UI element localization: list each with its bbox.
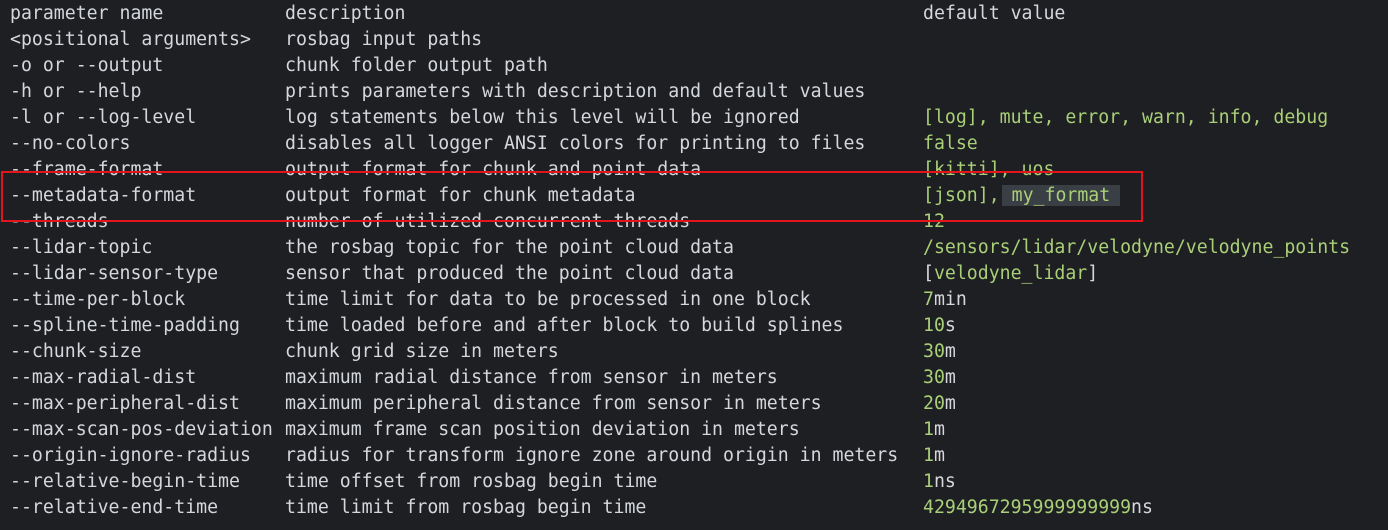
default-highlight: 20 [923,393,945,414]
default-highlight: 4294967295999999999 [923,497,1132,518]
parameter-name: --origin-ignore-radius [10,445,251,466]
header-parameter-name: parameter name [10,3,164,24]
parameter-default-value: 1m [923,443,945,469]
parameter-description: rosbag input paths [285,29,483,50]
default-highlight: 7 [923,289,934,310]
parameter-default-value: false [923,131,978,157]
parameter-description: time loaded before and after block to bu… [285,315,844,336]
parameter-name: --lidar-topic [10,237,153,258]
terminal-output: parameter name description default value… [0,0,1388,530]
header-description: description [285,3,406,24]
default-highlight: 12 [923,211,945,232]
default-highlight: [log], mute, error, warn, info, debug [923,107,1329,128]
parameter-description: the rosbag topic for the point cloud dat… [285,237,734,258]
parameter-description: chunk folder output path [285,55,548,76]
parameter-name: --no-colors [10,133,131,154]
parameter-description: chunk grid size in meters [285,341,559,362]
parameter-description: output format for chunk metadata [285,185,636,206]
parameter-description: number of utilized concurrent threads [285,211,691,232]
parameter-default-value: 20m [923,391,956,417]
parameter-default-value: 30m [923,339,956,365]
default-unit: m [944,393,956,414]
parameter-name: --frame-format [10,159,164,180]
default-highlight: 1 [923,419,934,440]
parameter-name: --time-per-block [10,289,186,310]
parameter-default-value: 12 [923,209,945,235]
default-highlight: velodyne_lidar [933,263,1088,284]
parameter-name: -l or --log-level [10,107,197,128]
parameter-name: -h or --help [10,81,142,102]
parameter-description: prints parameters with description and d… [285,81,866,102]
parameter-name: --chunk-size [10,341,142,362]
default-unit: ns [1131,497,1153,518]
header-row: parameter name description default value [0,1,1065,27]
parameter-name: --relative-end-time [10,497,219,518]
parameter-description: maximum radial distance from sensor in m… [285,367,778,388]
parameter-name: --max-peripheral-dist [10,393,240,414]
default-unit: ns [933,471,956,492]
default-unit: m [933,419,945,440]
parameter-default-value: 10s [923,313,956,339]
parameter-description: maximum frame scan position deviation in… [285,419,800,440]
default-unit: ] [1087,263,1099,284]
parameter-name: <positional arguments> [10,29,251,50]
parameter-name: --max-radial-dist [10,367,197,388]
parameter-default-value: 1m [923,417,945,443]
selected-text-chip[interactable]: my_format [1001,185,1121,206]
parameter-default-value: [velodyne_lidar] [923,261,1098,287]
parameter-description: log statements below this level will be … [285,107,800,128]
default-unit: s [944,315,956,336]
parameter-default-value: [kitti], uos [923,157,1054,183]
parameter-description: time limit from rosbag begin time [285,497,647,518]
default-unit: m [944,341,956,362]
parameter-name: --lidar-sensor-type [10,263,219,284]
parameter-default-value: /sensors/lidar/velodyne/velodyne_points [923,235,1350,261]
default-highlight: 30 [923,341,945,362]
parameter-name: -o or --output [10,55,164,76]
parameter-default-value: 1ns [923,469,956,495]
parameter-name: --relative-begin-time [10,471,240,492]
parameter-default-value: [log], mute, error, warn, info, debug [923,105,1328,131]
parameter-name: --max-scan-pos-deviation [10,419,273,440]
parameter-description: time offset from rosbag begin time [285,471,658,492]
default-highlight: 1 [923,445,934,466]
default-highlight: 10 [923,315,945,336]
default-highlight: [kitti], uos [923,159,1055,180]
default-highlight: 1 [923,471,934,492]
default-unit: m [933,445,945,466]
parameter-description: output format for chunk and point data [285,159,702,180]
parameter-description: radius for transform ignore zone around … [285,445,899,466]
parameter-description: maximum peripheral distance from sensor … [285,393,822,414]
default-unit: m [944,367,956,388]
parameter-description: time limit for data to be processed in o… [285,289,811,310]
parameter-default-value: [json], my_format [923,183,1121,209]
default-highlight: 30 [923,367,945,388]
default-highlight: /sensors/lidar/velodyne/velodyne_points [923,237,1351,258]
header-default-value: default value [923,3,1066,24]
parameter-name: --threads [10,211,109,232]
parameter-description: disables all logger ANSI colors for prin… [285,133,866,154]
parameter-default-value: 7min [923,287,967,313]
parameter-description: sensor that produced the point cloud dat… [285,263,734,284]
default-prefix: [ [923,263,934,284]
default-highlight: [json], [923,185,1000,206]
default-highlight: false [923,133,978,154]
parameter-name: --metadata-format [10,185,197,206]
parameter-default-value: 4294967295999999999ns [923,495,1153,521]
parameter-default-value: 30m [923,365,956,391]
parameter-name: --spline-time-padding [10,315,240,336]
default-unit: min [933,289,967,310]
